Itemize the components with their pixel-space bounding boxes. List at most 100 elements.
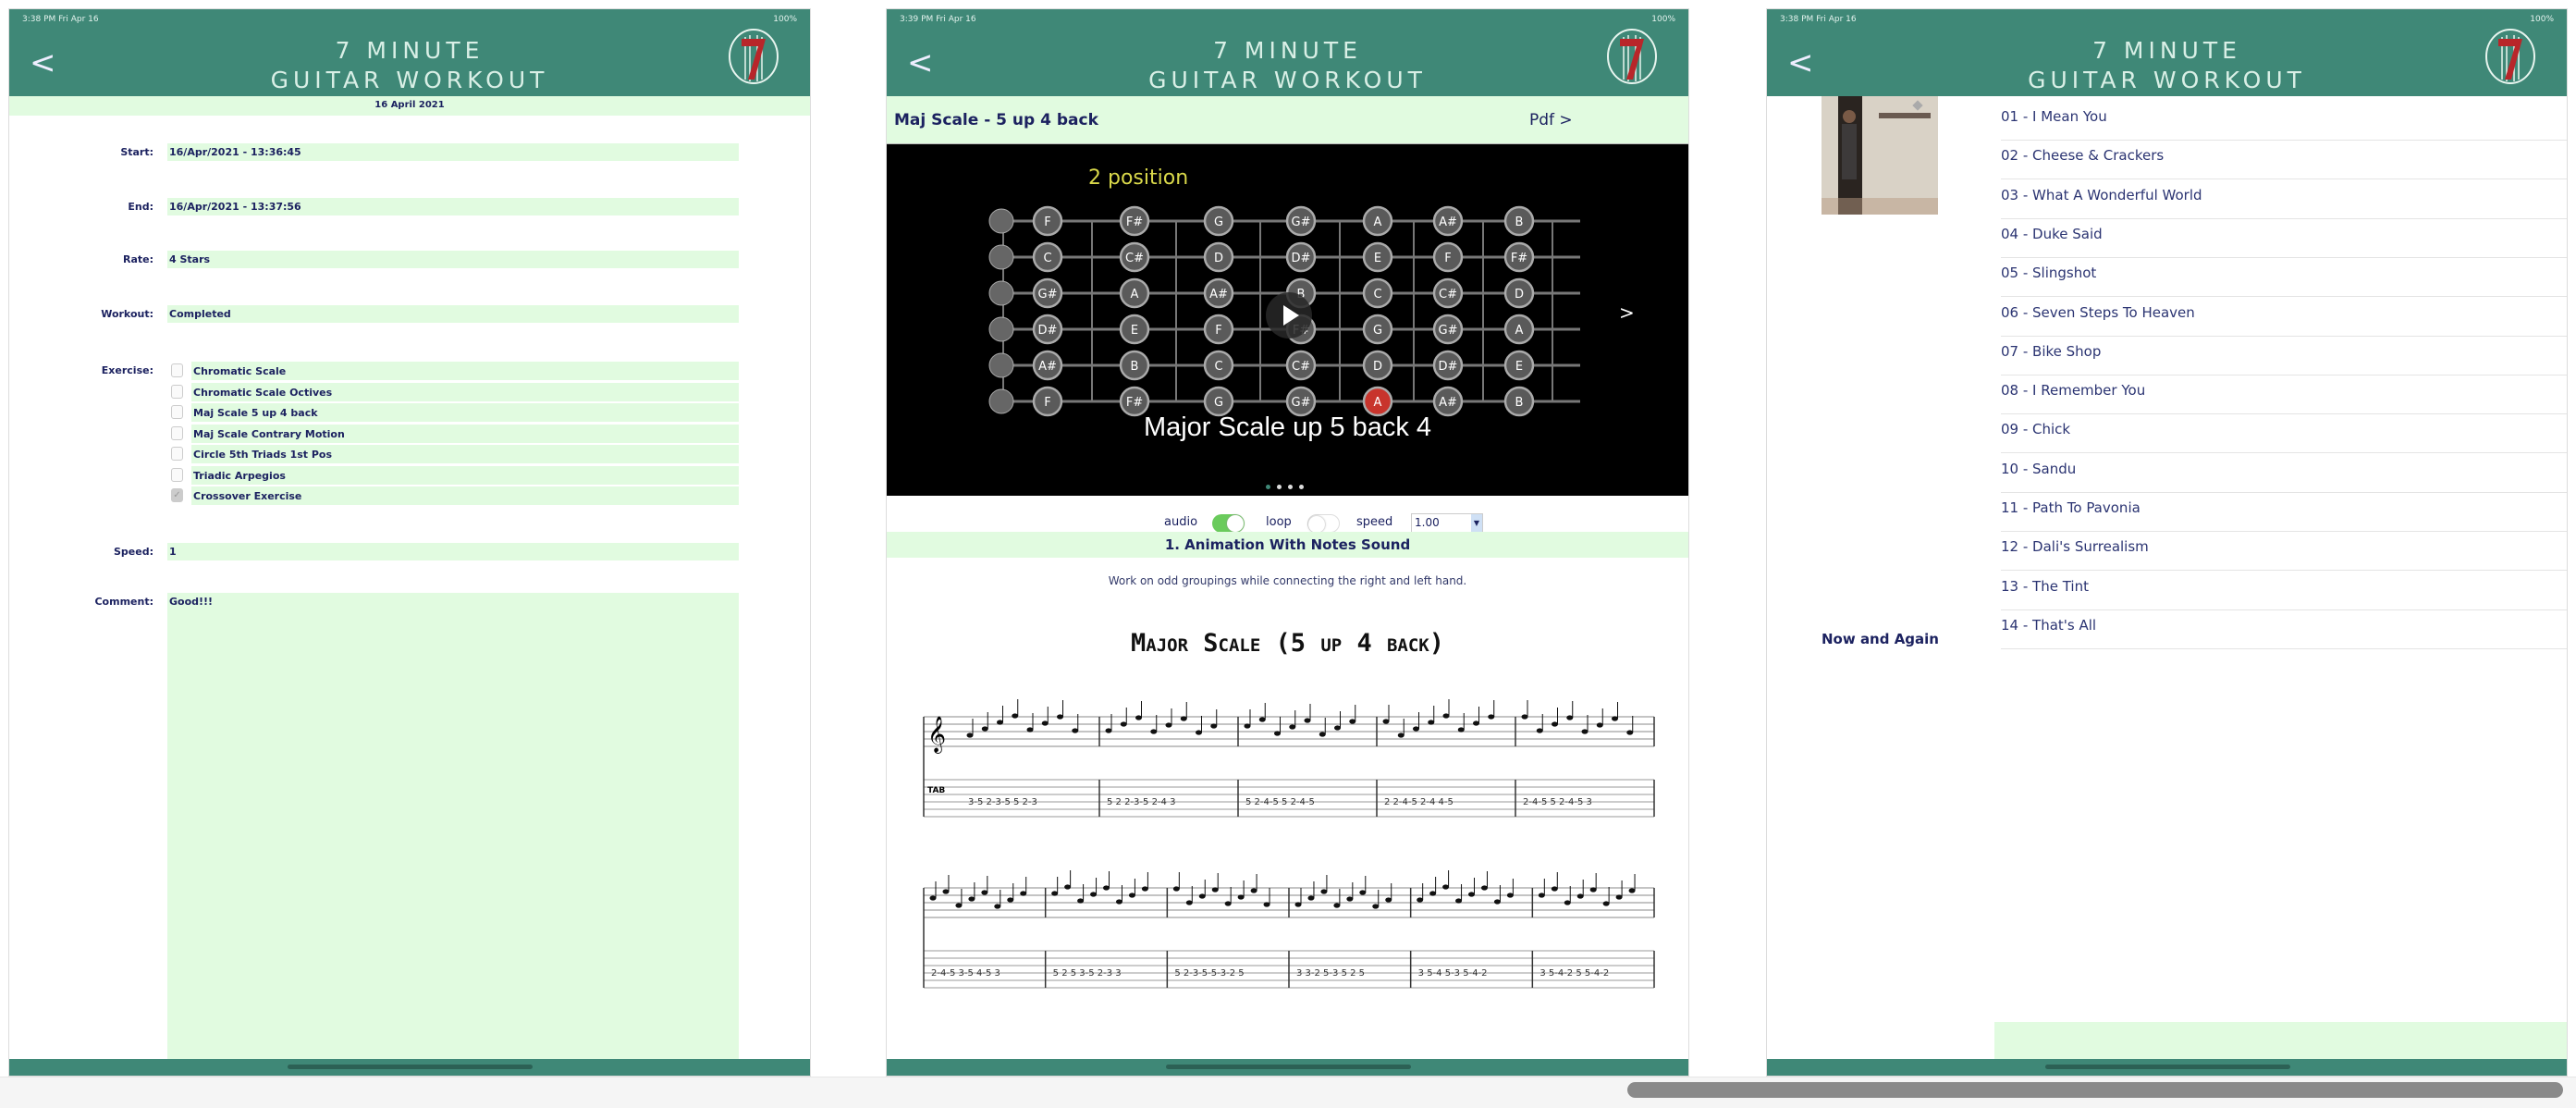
track-item[interactable]: 03 - What A Wonderful World [2001,180,2567,219]
workout-field[interactable]: Completed [167,305,739,323]
fret-note-label: C [1214,360,1222,374]
note-head [1041,720,1049,726]
fret-note-label: C [1043,252,1051,265]
track-item[interactable]: 09 - Chick [2001,414,2567,454]
note-head [981,890,988,895]
fret-note-label: G [1214,215,1223,229]
fret-note-label: D [1515,288,1524,302]
note-head [1185,900,1193,905]
track-item[interactable]: 02 - Cheese & Crackers [2001,141,2567,180]
exercise-item[interactable]: Maj Scale 5 up 4 back [191,403,739,422]
fret-note-label: A# [1439,396,1457,410]
loop-toggle[interactable] [1307,514,1340,533]
start-field[interactable]: 16/Apr/2021 - 13:36:45 [167,143,739,161]
open-string-marker [988,352,1014,378]
track-item[interactable]: 08 - I Remember You [2001,375,2567,415]
app-title-line2: GUITAR WORKOUT [1148,67,1427,93]
album-screen: 3:38 PM Fri Apr 16 100% < 7 MINUTE GUITAR… [1766,8,2568,1077]
exercise-checkbox[interactable] [171,447,183,461]
end-field[interactable]: 16/Apr/2021 - 13:37:56 [167,198,739,215]
track-item[interactable]: 12 - Dali's Surrealism [2001,532,2567,572]
page-dot[interactable] [1299,485,1304,489]
video-player[interactable]: 2 position F F# G G# A A# B C C# D D# E F F# G# A A# B C C#… [887,144,1688,496]
exercise-item[interactable]: Triadic Arpegios [191,465,739,485]
exercise-item[interactable]: Crossover Exercise [191,486,739,505]
track-item[interactable]: 05 - Slingshot [2001,258,2567,298]
track-item[interactable]: 01 - I Mean You [2001,102,2567,141]
album-cover-image[interactable] [1822,96,1938,215]
tab-measure: 5 2 5 3-5 2-3 3 [1053,968,1122,979]
exercise-checkbox[interactable] [171,425,183,440]
speed-select[interactable]: 1.00 ▼ [1411,513,1483,533]
fret-note-label: F [1044,396,1050,410]
exercise-item[interactable]: Circle 5th Triads 1st Pos [191,445,739,463]
exercise-detail-screen: 3:39 PM Fri Apr 16 100% < 7 MINUTE GUITAR… [886,8,1689,1077]
track-item[interactable]: 14 - That's All [2001,610,2567,649]
note-head [968,896,975,902]
open-string-marker [988,280,1014,306]
track-item[interactable]: 06 - Seven Steps To Heaven [2001,298,2567,337]
home-indicator [288,1065,533,1069]
note-head [929,895,937,901]
note-head [1506,893,1514,898]
fret-note-label: A# [1209,288,1228,302]
exercise-checkbox[interactable] [171,405,183,419]
track-item[interactable]: 07 - Bike Shop [2001,337,2567,375]
pdf-link[interactable]: Pdf > [1529,111,1573,129]
loop-label: loop [1266,515,1292,529]
note-head [1473,720,1479,726]
exercise-checkbox[interactable] [171,467,183,482]
exercise-item[interactable]: Chromatic Scale Octives [191,382,739,401]
speed-field[interactable]: 1 [167,543,739,560]
sheet-music: 𝄞 3-5 2-3-5 5 2-3 5 2 2-3-5 2-4 3 5 2-4-5 5… [923,699,1655,989]
track-item[interactable]: 11 - Path To Pavonia [2001,493,2567,532]
app-title-line2: GUITAR WORKOUT [2028,67,2306,93]
comment-textarea[interactable]: Good!!! [167,593,739,1065]
note-head [1115,899,1122,905]
exercise-checkbox[interactable]: ✓ [171,488,183,502]
tab-measure: 2-4-5 5 2-4-5 3 [1523,797,1592,807]
note-head [1012,713,1019,719]
page-dot[interactable] [1277,485,1282,489]
audio-label: audio [1164,515,1198,529]
note-head [1581,729,1589,734]
play-button[interactable] [1266,292,1312,339]
track-item[interactable]: 04 - Duke Said [2001,219,2567,258]
rate-field[interactable]: 4 Stars [167,251,739,268]
fret-note-label: A# [1439,215,1457,229]
open-string-marker [988,388,1014,414]
play-icon [1283,305,1299,326]
note-head [1320,889,1328,894]
note-head [1346,896,1354,902]
fret-note-label: B [1515,215,1524,229]
track-item[interactable]: 13 - The Tint [2001,572,2567,610]
status-time: 3:38 PM Fri Apr 16 [1780,15,1857,24]
exercise-item[interactable]: Chromatic Scale [191,362,739,380]
fret-note-label: C# [1125,252,1144,265]
note-head [1210,723,1218,729]
next-slide-button[interactable]: > [1619,302,1635,324]
home-indicator [1165,1065,1411,1069]
exercise-checkbox[interactable] [171,363,183,377]
note-head [1372,904,1380,909]
track-item[interactable]: 10 - Sandu [2001,454,2567,493]
page-dot[interactable] [1266,485,1270,489]
tab-measure: 3 3-2 5-3 5 2 5 [1296,968,1365,979]
fret-note-label: C# [1292,360,1310,374]
page-dot[interactable] [1288,485,1293,489]
note-head [966,733,974,738]
note-head [1417,897,1424,903]
note-head [1457,727,1465,733]
home-indicator-bar [1767,1059,2567,1076]
exercise-checkbox[interactable] [171,384,183,399]
fret-note-label: G# [1292,396,1311,410]
audio-toggle[interactable] [1212,514,1245,533]
workout-log-screen: 3:38 PM Fri Apr 16 100% < 7 MINUTE GUITAR… [8,8,811,1077]
tab-measure: 5 2 2-3-5 2-4 3 [1107,797,1175,807]
exercise-item[interactable]: Maj Scale Contrary Motion [191,424,739,443]
note-head [1596,722,1603,728]
horizontal-scrollbar-thumb[interactable] [1627,1082,2563,1098]
tab-measure: 3 5-4 5-3 5-4-2 [1418,968,1488,979]
note-head [1211,887,1219,893]
page-indicator[interactable] [1266,485,1312,489]
